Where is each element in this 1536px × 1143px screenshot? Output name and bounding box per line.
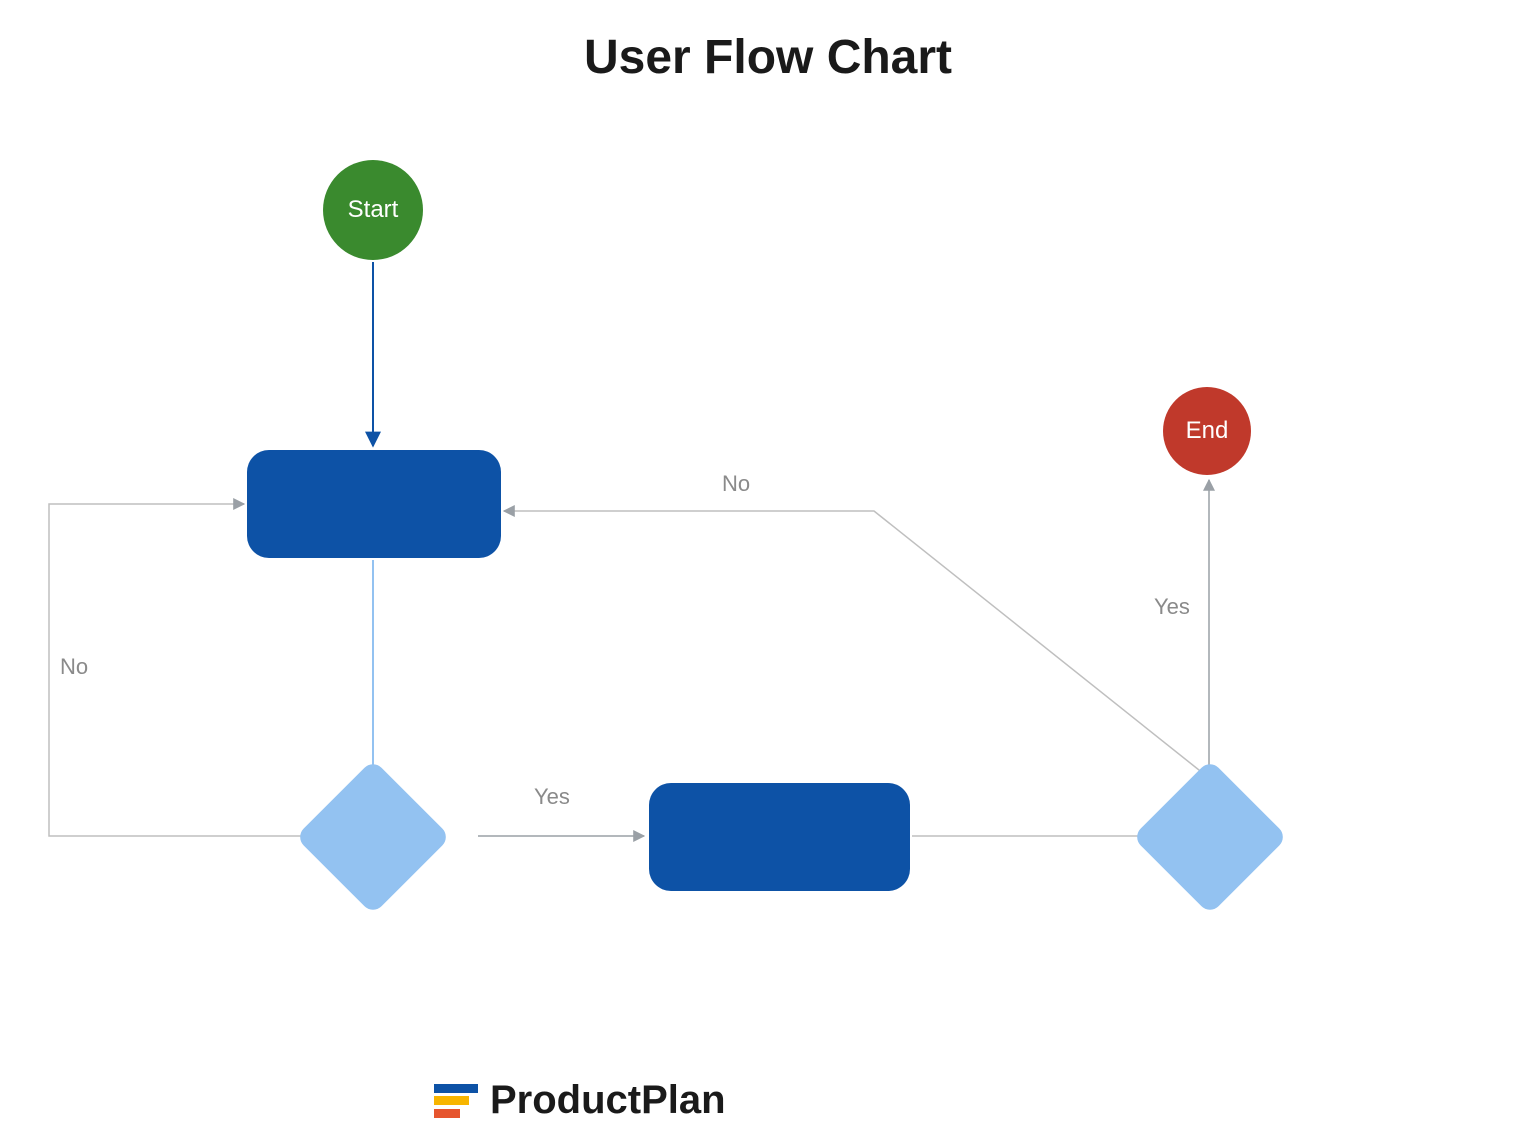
decision-node-1 <box>295 759 451 915</box>
start-node: Start <box>323 160 423 260</box>
start-node-label: Start <box>348 196 399 224</box>
edges-layer <box>0 0 1536 1143</box>
process-node-1 <box>247 450 501 558</box>
decision-node-2 <box>1132 759 1288 915</box>
edge-label-decision1-yes: Yes <box>534 784 570 810</box>
diagram-title: User Flow Chart <box>0 30 1536 85</box>
edge-label-decision1-no: No <box>60 654 88 680</box>
brand-name: ProductPlan <box>490 1078 726 1123</box>
process-node-2 <box>649 783 910 891</box>
end-node: End <box>1163 387 1251 475</box>
flowchart-canvas: User Flow Chart Start End <box>0 0 1536 1143</box>
productplan-logo-icon <box>434 1084 478 1118</box>
edge-label-decision2-no: No <box>722 471 750 497</box>
edge-label-decision2-yes: Yes <box>1154 594 1190 620</box>
edge-decision2-no <box>504 511 1209 778</box>
brand-footer: ProductPlan <box>434 1078 726 1123</box>
end-node-label: End <box>1186 417 1229 445</box>
